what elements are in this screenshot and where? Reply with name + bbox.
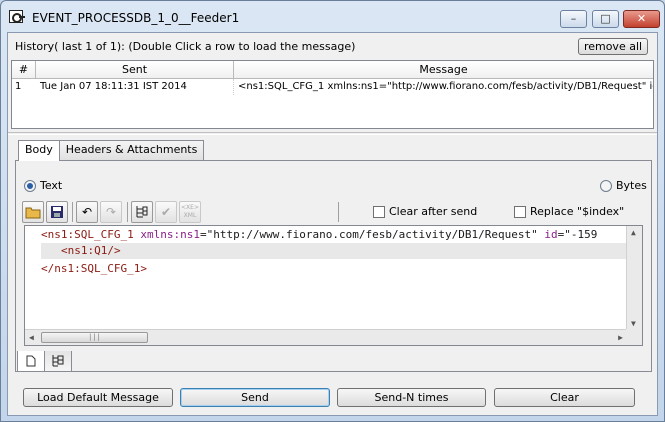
row-number: 1: [15, 81, 22, 92]
table-header: # Sent Message: [12, 61, 653, 79]
checkbox-box: [373, 205, 385, 218]
toolbar-divider: [72, 202, 73, 222]
scroll-thumb[interactable]: |||: [41, 332, 148, 343]
tree-icon[interactable]: [44, 351, 72, 372]
xml-equals: =: [199, 228, 207, 241]
view-tabs: [17, 351, 72, 372]
send-n-times-button[interactable]: Send-N times: [337, 388, 486, 407]
toolbar-divider: [338, 202, 339, 222]
column-header-message[interactable]: Message: [234, 61, 653, 78]
editor-line-3: </ns1:SQL_CFG_1>: [41, 261, 147, 277]
splitter[interactable]: [8, 132, 657, 135]
feeder-window: EVENT_PROCESSDB_1_0__Feeder1 – □ ✕ Histo…: [0, 0, 665, 422]
vertical-scrollbar[interactable]: ▲ ▼: [626, 226, 642, 330]
column-header-number[interactable]: #: [12, 61, 36, 78]
bytes-radio-label: Bytes: [616, 179, 647, 192]
bytes-radio[interactable]: Bytes: [600, 179, 647, 192]
radio-indicator: [600, 179, 612, 192]
history-table: # Sent Message 1 Tue Jan 07 18:11:31 IST…: [11, 60, 654, 129]
table-row[interactable]: 1 Tue Jan 07 18:11:31 IST 2014 <ns1:SQL_…: [12, 79, 653, 95]
editor-line-1: <ns1:SQL_CFG_1 xmlns:ns1="http://www.fio…: [41, 227, 597, 243]
scroll-down-icon[interactable]: ▼: [631, 319, 636, 328]
tab-body[interactable]: Body: [18, 140, 60, 161]
clear-button[interactable]: Clear: [494, 388, 635, 407]
xml-tag: </ns1:SQL_CFG_1>: [41, 262, 147, 275]
title-bar[interactable]: EVENT_PROCESSDB_1_0__Feeder1 – □ ✕: [1, 1, 664, 31]
close-button[interactable]: ✕: [623, 10, 660, 28]
xml-tag: <ns1:Q1/>: [61, 244, 121, 257]
checkbox-box: [514, 205, 526, 218]
document-icon[interactable]: [17, 351, 45, 372]
client-area: History( last 1 of 1): (Double Click a r…: [7, 32, 658, 416]
app-icon: [9, 10, 25, 23]
xml-icon[interactable]: <XE> XML: [179, 201, 201, 223]
remove-all-button[interactable]: remove all: [578, 38, 648, 55]
toolbar-divider: [127, 202, 128, 222]
replace-index-label: Replace "$index": [530, 205, 625, 218]
horizontal-scrollbar[interactable]: ◀ ||| ▶: [25, 329, 627, 345]
open-folder-icon[interactable]: [22, 201, 44, 223]
scroll-up-icon[interactable]: ▲: [631, 228, 636, 237]
maximize-button[interactable]: □: [592, 10, 619, 28]
tab-headers-attachments[interactable]: Headers & Attachments: [58, 140, 205, 160]
scroll-right-icon[interactable]: ▶: [618, 333, 623, 342]
replace-index-checkbox[interactable]: Replace "$index": [514, 205, 624, 218]
xml-tag: <ns1:SQL_CFG_1: [41, 228, 134, 241]
text-radio[interactable]: Text: [24, 179, 62, 192]
validate-icon[interactable]: ✔: [155, 201, 177, 223]
tree-view-icon[interactable]: [131, 201, 153, 223]
history-label: History( last 1 of 1): (Double Click a r…: [15, 40, 356, 53]
clear-after-send-label: Clear after send: [389, 205, 478, 218]
send-button[interactable]: Send: [180, 388, 330, 407]
scroll-left-icon[interactable]: ◀: [29, 333, 34, 342]
clear-after-send-checkbox[interactable]: Clear after send: [373, 205, 477, 218]
xml-value: "http://www.fiorano.com/fesb/activity/DB…: [206, 228, 538, 241]
xml-attribute: xmlns:ns1: [140, 228, 200, 241]
minimize-button[interactable]: –: [560, 10, 587, 28]
xml-attribute: id: [544, 228, 558, 241]
redo-icon[interactable]: ↷: [100, 201, 122, 223]
editor-line-2: <ns1:Q1/>: [41, 243, 627, 259]
row-sent: Tue Jan 07 18:11:31 IST 2014: [36, 79, 234, 95]
text-radio-label: Text: [40, 179, 63, 192]
body-tabs: Body Headers & Attachments: [18, 140, 205, 161]
editor-toolbar: ↶ ↷ ✔ <XE> XML Clear after send Replace "…: [22, 200, 644, 224]
message-editor[interactable]: <ns1:SQL_CFG_1 xmlns:ns1="http://www.fio…: [24, 225, 643, 346]
scroll-corner: [626, 329, 642, 345]
undo-icon[interactable]: ↶: [76, 201, 98, 223]
row-message: <ns1:SQL_CFG_1 xmlns:ns1="http://www.fio…: [238, 81, 653, 92]
radio-selected-indicator: [24, 179, 36, 192]
save-icon[interactable]: [46, 201, 68, 223]
load-default-message-button[interactable]: Load Default Message: [23, 388, 173, 407]
window-title: EVENT_PROCESSDB_1_0__Feeder1: [32, 11, 240, 25]
xml-value: "-159: [564, 228, 598, 241]
column-header-sent[interactable]: Sent: [36, 61, 234, 78]
